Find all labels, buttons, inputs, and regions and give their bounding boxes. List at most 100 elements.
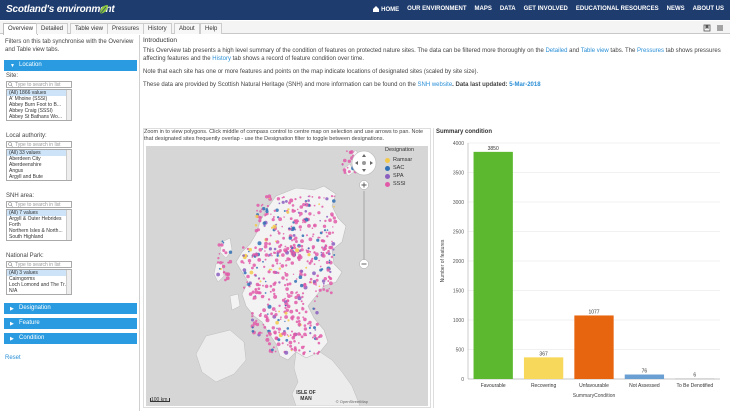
site-marker[interactable] <box>286 283 289 286</box>
site-marker[interactable] <box>277 318 280 322</box>
site-marker[interactable] <box>313 214 315 216</box>
site-marker[interactable] <box>259 280 262 283</box>
site-marker[interactable] <box>288 340 293 345</box>
site-marker[interactable] <box>255 214 259 218</box>
site-marker[interactable] <box>260 204 263 207</box>
site-marker[interactable] <box>276 262 279 265</box>
site-marker[interactable] <box>258 314 262 317</box>
site-marker[interactable] <box>282 236 285 240</box>
site-marker[interactable] <box>298 312 301 315</box>
site-marker[interactable] <box>291 239 294 242</box>
list-item[interactable]: N/A <box>7 288 71 294</box>
site-marker[interactable] <box>283 216 285 218</box>
site-marker[interactable] <box>216 261 220 264</box>
site-marker[interactable] <box>262 277 265 280</box>
site-marker[interactable] <box>333 205 335 208</box>
site-marker[interactable] <box>259 210 262 213</box>
site-marker[interactable] <box>251 256 254 258</box>
site-marker[interactable] <box>281 342 284 345</box>
site-marker[interactable] <box>272 224 277 229</box>
site-marker[interactable] <box>222 241 225 244</box>
site-marker[interactable] <box>263 325 267 329</box>
site-marker[interactable] <box>312 235 314 238</box>
scrollbar[interactable] <box>66 150 71 180</box>
site-marker[interactable] <box>281 276 285 280</box>
site-marker[interactable] <box>222 271 225 274</box>
site-marker[interactable] <box>290 291 294 295</box>
site-marker[interactable] <box>224 278 227 282</box>
site-marker[interactable] <box>219 261 223 265</box>
site-marker[interactable] <box>300 335 304 339</box>
site-marker[interactable] <box>322 285 325 287</box>
site-marker[interactable] <box>316 352 320 355</box>
site-marker[interactable] <box>263 265 266 268</box>
bar-unfavourable[interactable] <box>574 315 614 379</box>
site-marker[interactable] <box>285 338 289 342</box>
site-marker[interactable] <box>278 245 282 249</box>
site-marker[interactable] <box>318 259 320 262</box>
site-marker[interactable] <box>304 210 308 213</box>
zoom-slider[interactable] <box>363 191 365 261</box>
site-marker[interactable] <box>304 218 309 222</box>
site-marker[interactable] <box>290 316 294 320</box>
site-marker[interactable] <box>279 318 282 320</box>
tab-overview[interactable]: Overview <box>3 23 39 35</box>
site-marker[interactable] <box>315 337 319 341</box>
site-marker[interactable] <box>276 197 281 201</box>
site-marker[interactable] <box>278 331 280 334</box>
site-marker[interactable] <box>257 277 260 280</box>
site-marker[interactable] <box>287 319 290 322</box>
site-marker[interactable] <box>317 211 321 215</box>
site-marker[interactable] <box>277 338 281 342</box>
site-marker[interactable] <box>274 313 278 317</box>
site-marker[interactable] <box>267 342 272 346</box>
site-marker[interactable] <box>281 253 285 257</box>
site-marker[interactable] <box>311 196 314 198</box>
site-marker[interactable] <box>251 312 254 315</box>
site-marker[interactable] <box>271 288 276 292</box>
bar-to-be-denotified[interactable] <box>675 378 715 380</box>
site-marker[interactable] <box>314 329 317 331</box>
site-marker[interactable] <box>285 200 288 203</box>
site-marker[interactable] <box>311 245 316 249</box>
site-marker[interactable] <box>284 315 288 319</box>
site-marker[interactable] <box>262 221 266 225</box>
site-marker[interactable] <box>293 348 298 352</box>
site-marker[interactable] <box>257 258 262 262</box>
bar-favourable[interactable] <box>473 151 513 379</box>
site-marker[interactable] <box>265 209 269 214</box>
site-marker[interactable] <box>307 247 310 250</box>
site-marker[interactable] <box>294 295 298 300</box>
site-marker[interactable] <box>325 197 329 201</box>
site-marker[interactable] <box>286 327 290 330</box>
site-marker[interactable] <box>264 250 266 252</box>
site-marker[interactable] <box>217 243 221 247</box>
site-marker[interactable] <box>318 288 322 292</box>
site-marker[interactable] <box>286 304 291 309</box>
site-marker[interactable] <box>283 248 287 252</box>
site-marker[interactable] <box>290 261 294 265</box>
site-marker[interactable] <box>313 223 317 228</box>
tab-detailed[interactable]: Detailed <box>36 23 69 34</box>
site-marker[interactable] <box>271 254 273 257</box>
scrollbar[interactable] <box>66 270 71 294</box>
np-list[interactable]: (All) 3 values Cairngorms Loch Lomond and … <box>6 269 72 295</box>
site-marker[interactable] <box>332 199 336 203</box>
site-marker[interactable] <box>260 208 263 211</box>
site-marker[interactable] <box>254 223 258 227</box>
site-marker[interactable] <box>321 231 324 233</box>
site-marker[interactable] <box>297 296 302 301</box>
site-marker[interactable] <box>296 316 300 320</box>
site-marker[interactable] <box>330 195 334 198</box>
list-item[interactable]: South Highland <box>7 234 71 240</box>
site-marker[interactable] <box>318 196 321 199</box>
site-marker[interactable] <box>320 251 323 254</box>
site-marker[interactable] <box>307 224 311 228</box>
site-marker[interactable] <box>276 327 278 330</box>
site-marker[interactable] <box>272 315 275 318</box>
site-marker[interactable] <box>288 282 292 286</box>
site-marker[interactable] <box>270 213 272 215</box>
site-marker[interactable] <box>243 271 247 275</box>
compass-control[interactable] <box>351 150 377 176</box>
site-marker[interactable] <box>325 260 329 265</box>
